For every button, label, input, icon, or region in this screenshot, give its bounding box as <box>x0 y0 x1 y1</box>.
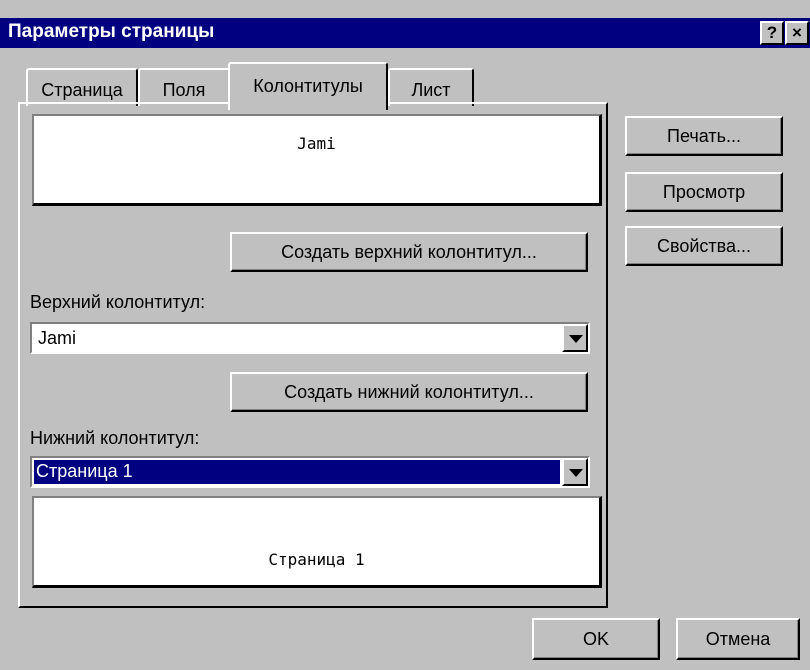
cancel-button[interactable]: Отмена <box>676 618 800 660</box>
chevron-down-icon[interactable] <box>562 324 588 352</box>
tab-sheet[interactable]: Лист <box>388 68 474 106</box>
chevron-down-icon[interactable] <box>562 458 588 486</box>
help-button[interactable]: ? <box>760 21 784 45</box>
close-button[interactable]: × <box>785 21 809 45</box>
tab-panel: Jami Создать верхний колонтитул... Верхн… <box>18 102 608 608</box>
tab-page-label: Страница <box>41 80 123 100</box>
create-footer-button[interactable]: Создать нижний колонтитул... <box>230 372 588 412</box>
header-select-value: Jami <box>38 328 77 348</box>
footer-select[interactable]: Страница 1 <box>30 456 590 488</box>
footer-select-value: Страница 1 <box>33 459 561 485</box>
tab-margins-label: Поля <box>162 80 206 100</box>
footer-preview-text: Страница 1 <box>268 550 365 569</box>
ok-button[interactable]: OK <box>532 618 660 660</box>
tab-header-footer-label: Колонтитулы <box>253 76 363 96</box>
header-select[interactable]: Jami <box>30 322 590 354</box>
page-setup-dialog: Параметры страницы ? × Страница Поля Кол… <box>0 0 810 670</box>
tab-page[interactable]: Страница <box>26 68 138 106</box>
tab-margins[interactable]: Поля <box>138 68 230 106</box>
print-preview-button[interactable]: Просмотр <box>625 172 783 212</box>
footer-label: Нижний колонтитул: <box>30 428 200 448</box>
tab-sheet-label: Лист <box>411 80 451 100</box>
properties-button[interactable]: Свойства... <box>625 226 783 266</box>
create-header-button[interactable]: Создать верхний колонтитул... <box>230 232 588 272</box>
print-button[interactable]: Печать... <box>625 116 783 156</box>
title-bar: Параметры страницы ? × <box>0 18 810 48</box>
window-title: Параметры страницы <box>8 21 215 42</box>
footer-preview: Страница 1 <box>32 496 602 588</box>
tab-header-footer[interactable]: Колонтитулы <box>228 62 388 110</box>
header-preview-text: Jami <box>297 134 336 153</box>
header-preview: Jami <box>32 114 602 206</box>
header-label: Верхний колонтитул: <box>30 292 206 312</box>
